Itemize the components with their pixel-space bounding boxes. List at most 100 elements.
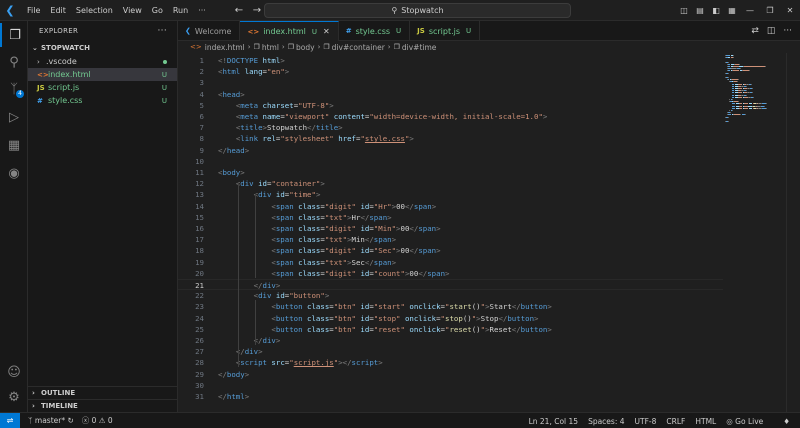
menu-go[interactable]: Go [147,0,168,21]
restore-icon[interactable]: ❐ [760,6,780,15]
minimap[interactable] [723,53,785,133]
menu-file[interactable]: File [22,0,45,21]
account-icon[interactable]: ☺ [0,360,28,384]
outline-section[interactable]: › OUTLINE [28,386,178,399]
code-line[interactable]: 25 <button class="btn" id="reset" onclic… [178,324,723,335]
tab-welcome[interactable]: ❮ Welcome [178,21,241,41]
menu-view[interactable]: View [118,0,147,21]
cursor-position[interactable]: Ln 21, Col 15 [529,417,578,426]
breadcrumb-item-time[interactable]: div#time [402,43,437,52]
timeline-section[interactable]: › TIMELINE [28,399,178,412]
line-number: 23 [195,302,204,312]
go-live-button[interactable]: ◎ Go Live [726,417,773,426]
code-line[interactable]: 4 <head> [178,89,723,100]
file-item-script-js[interactable]: JS script.js U [28,81,177,94]
element-icon: ❐ [253,43,260,51]
code-line[interactable]: 24 <button class="btn" id="stop" onclick… [178,313,723,324]
code-token: body [222,168,241,177]
code-line[interactable]: 9 </head> [178,145,723,156]
code-line[interactable]: 18 <span class="digit" id="Sec">00</span… [178,245,723,256]
code-line[interactable]: 23 <button class="btn" id="start" onclic… [178,301,723,312]
code-line[interactable]: 26 </div> [178,335,723,346]
minimap-mark [732,103,736,105]
encoding[interactable]: UTF-8 [635,417,657,426]
close-tab-icon[interactable]: ✕ [323,27,330,36]
code-line[interactable]: 14 <span class="digit" id="Hr">00</span> [178,201,723,212]
code-line[interactable]: 17 <span class="txt">Min</span> [178,234,723,245]
menu-selection[interactable]: Selection [71,0,118,21]
tab-index-html[interactable]: <> index.html U ✕ [240,21,339,41]
breadcrumb-item-body[interactable]: body [296,43,315,52]
file-item-vscode[interactable]: › .vscode [28,55,177,68]
language-mode[interactable]: HTML [695,417,716,426]
code-line[interactable]: 27 </div> [178,346,723,357]
customize-layout-icon[interactable]: ▦ [724,6,740,15]
code-line[interactable]: 8 <link rel="stylesheet" href="style.css… [178,133,723,144]
source-control-icon[interactable]: ᛉ4 [0,77,28,101]
explorer-icon[interactable]: ❐ [0,23,28,47]
toggle-secondary-sidebar-icon[interactable]: ◧ [708,6,724,15]
toggle-panel-icon[interactable]: ▤ [692,6,708,15]
extensions-icon[interactable]: ▦ [0,133,28,157]
tab-script-js[interactable]: JS script.js U [410,21,481,41]
code-token: class [298,257,321,267]
branch-indicator[interactable]: ᛉ master* ↻ [28,416,74,425]
breadcrumb-item-html[interactable]: html [262,43,279,52]
menu-edit[interactable]: Edit [45,0,71,21]
code-line[interactable]: 11 <body> [178,167,723,178]
notifications-bell-icon[interactable]: ♦ [783,417,790,426]
menu-more[interactable]: ··· [193,0,211,21]
code-line[interactable]: 5 <meta charset="UTF-8"> [178,100,723,111]
code-line[interactable]: 22 <div id="button"> [178,290,723,301]
back-arrow-icon[interactable]: ← [230,5,248,16]
search-view-icon[interactable]: ⚲ [0,50,28,74]
code-line[interactable]: 20 <span class="digit" id="count">00</sp… [178,268,723,279]
code-line[interactable]: 15 <span class="txt">Hr</span> [178,212,723,223]
run-debug-icon[interactable]: ▷ [0,105,28,129]
code-editor[interactable]: 1 <!DOCTYPE html> 2 <html lang="en"> 3 4 <head… [178,53,800,412]
toggle-sidebar-icon[interactable]: ◫ [676,6,692,15]
indentation[interactable]: Spaces: 4 [588,417,624,426]
code-line[interactable]: 19 <span class="txt">Sec</span> [178,257,723,268]
code-line[interactable]: 1 <!DOCTYPE html> [178,55,723,66]
file-item-index-html[interactable]: <> index.html U [28,68,177,81]
split-editor-icon[interactable]: ◫ [767,26,776,36]
breadcrumb-item-file[interactable]: index.html [205,43,245,52]
problems-indicator[interactable]: ⓧ 0 ⚠ 0 [82,415,113,426]
command-center-search[interactable]: ⚲ Stopwatch [264,3,571,18]
file-item-style-css[interactable]: # style.css U [28,94,177,107]
code-line[interactable]: 6 <meta name="viewport" content="width=d… [178,111,723,122]
line-code: <span class="digit" id="Min">00</span> [218,223,440,234]
tab-style-css[interactable]: # style.css U [339,21,411,41]
code-line[interactable]: 29 </body> [178,369,723,380]
code-line[interactable]: 7 <title>Stopwatch</title> [178,122,723,133]
more-actions-icon[interactable]: ··· [783,26,792,36]
code-line[interactable]: 16 <span class="digit" id="Min">00</span… [178,223,723,234]
code-line[interactable]: 10 [178,156,723,167]
code-line[interactable]: 30 [178,380,723,391]
remote-indicator-icon[interactable]: ⇌ [0,412,20,428]
code-line[interactable]: 12 <div id="container"> [178,178,723,189]
code-line[interactable]: 3 [178,77,723,88]
code-line[interactable]: 21 </div> [178,279,723,291]
close-icon[interactable]: ✕ [780,6,800,15]
code-line[interactable]: 31 </html> [178,391,723,402]
code-line[interactable]: 2 <html lang="en"> [178,66,723,77]
code-line[interactable]: 28 <script src="script.js"></script> [178,357,723,368]
project-folder[interactable]: ⌄ STOPWATCH [28,41,177,55]
code-token: div [262,281,276,290]
vertical-scrollbar[interactable] [786,53,800,412]
minimize-icon[interactable]: — [740,6,760,15]
menu-run[interactable]: Run [168,0,193,21]
open-changes-icon[interactable]: ⇄ [751,26,759,36]
breadcrumb-item-container[interactable]: div#container [332,43,385,52]
code-token: span [373,257,392,267]
settings-gear-icon[interactable]: ⚙ [0,385,28,409]
minimap-mark [733,57,734,59]
sync-icon[interactable]: ↻ [65,416,73,425]
code-line[interactable]: 13 <div id="time"> [178,189,723,200]
more-actions-icon[interactable]: ··· [158,26,167,36]
remote-explorer-icon[interactable]: ◉ [0,161,28,185]
line-ending[interactable]: CRLF [666,417,685,426]
